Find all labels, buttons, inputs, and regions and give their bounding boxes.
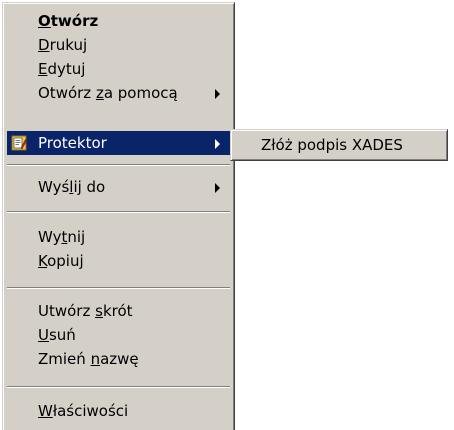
menu-item-delete[interactable]: Usuń — [7, 323, 230, 347]
protektor-submenu: Złóż podpis XADES — [230, 129, 448, 161]
menu-item-copy[interactable]: Kopiuj — [7, 249, 230, 273]
desktop-area: Otwórz Drukuj Edytuj Otwórz za pomocą Pr… — [0, 0, 454, 430]
menu-item-open[interactable]: Otwórz — [7, 9, 230, 33]
menu-item-open-with[interactable]: Otwórz za pomocą — [7, 81, 230, 105]
menu-item-cut[interactable]: Wytnij — [7, 225, 230, 249]
menu-item-properties[interactable]: Właściwości — [7, 399, 230, 423]
submenu-arrow-icon — [215, 183, 220, 193]
submenu-arrow-icon — [215, 89, 220, 99]
protektor-app-icon — [11, 135, 27, 151]
context-menu: Otwórz Drukuj Edytuj Otwórz za pomocą Pr… — [2, 2, 235, 430]
menu-item-send-to[interactable]: Wyślij do — [7, 175, 230, 199]
menu-item-rename[interactable]: Zmień nazwę — [7, 347, 230, 371]
menu-item-create-shortcut[interactable]: Utwórz skrót — [7, 299, 230, 323]
menu-separator — [7, 164, 230, 166]
submenu-arrow-icon — [215, 139, 220, 149]
menu-separator — [7, 211, 230, 213]
submenu-item-sign-xades[interactable]: Złóż podpis XADES — [234, 133, 444, 157]
menu-item-edit[interactable]: Edytuj — [7, 57, 230, 81]
menu-separator — [7, 287, 230, 289]
menu-item-print[interactable]: Drukuj — [7, 33, 230, 57]
menu-separator — [7, 386, 230, 388]
menu-item-protektor[interactable]: Protektor — [7, 131, 230, 155]
